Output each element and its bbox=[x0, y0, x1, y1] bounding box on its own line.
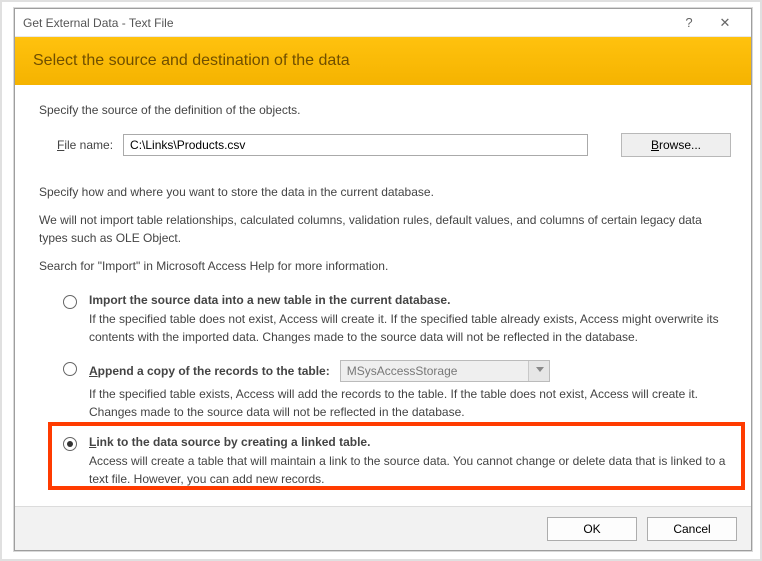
option-link-desc: Access will create a table that will mai… bbox=[89, 452, 731, 488]
append-table-value: MSysAccessStorage bbox=[347, 364, 458, 378]
option-link-body: Link to the data source by creating a li… bbox=[89, 435, 731, 488]
append-table-select[interactable]: MSysAccessStorage bbox=[340, 360, 550, 382]
store-line1: Specify how and where you want to store … bbox=[39, 183, 731, 201]
option-import-body: Import the source data into a new table … bbox=[89, 293, 731, 346]
option-append[interactable]: Append a copy of the records to the tabl… bbox=[39, 356, 731, 431]
store-line3: Search for "Import" in Microsoft Access … bbox=[39, 257, 731, 275]
option-import[interactable]: Import the source data into a new table … bbox=[39, 289, 731, 356]
option-append-desc: If the specified table exists, Access wi… bbox=[89, 385, 731, 421]
close-button[interactable]: ✕ bbox=[707, 11, 743, 35]
file-name-label: File name: bbox=[57, 138, 113, 152]
option-link[interactable]: Link to the data source by creating a li… bbox=[39, 431, 731, 498]
cancel-button[interactable]: Cancel bbox=[647, 517, 737, 541]
option-append-title: Append a copy of the records to the tabl… bbox=[89, 364, 330, 378]
radio-import[interactable] bbox=[63, 295, 77, 309]
outer-frame: Get External Data - Text File ? ✕ Select… bbox=[0, 0, 762, 561]
content-area: Specify the source of the definition of … bbox=[15, 85, 751, 498]
chevron-down-icon bbox=[536, 367, 544, 372]
banner: Select the source and destination of the… bbox=[15, 37, 751, 85]
browse-button[interactable]: Browse... bbox=[621, 133, 731, 157]
option-import-desc: If the specified table does not exist, A… bbox=[89, 310, 731, 346]
help-button[interactable]: ? bbox=[671, 11, 707, 35]
option-link-title: Link to the data source by creating a li… bbox=[89, 435, 731, 449]
radio-append[interactable] bbox=[63, 362, 77, 376]
option-append-body: Append a copy of the records to the tabl… bbox=[89, 360, 731, 421]
titlebar: Get External Data - Text File ? ✕ bbox=[15, 9, 751, 37]
dialog-title: Get External Data - Text File bbox=[23, 16, 671, 30]
store-line2: We will not import table relationships, … bbox=[39, 211, 731, 247]
dialog: Get External Data - Text File ? ✕ Select… bbox=[14, 8, 752, 551]
footer: OK Cancel bbox=[15, 506, 751, 550]
option-import-title: Import the source data into a new table … bbox=[89, 293, 731, 307]
file-row: File name: Browse... bbox=[39, 133, 731, 157]
radio-link[interactable] bbox=[63, 437, 77, 451]
ok-button[interactable]: OK bbox=[547, 517, 637, 541]
source-instruction: Specify the source of the definition of … bbox=[39, 103, 731, 117]
file-name-input[interactable] bbox=[123, 134, 588, 156]
banner-heading: Select the source and destination of the… bbox=[33, 52, 350, 70]
